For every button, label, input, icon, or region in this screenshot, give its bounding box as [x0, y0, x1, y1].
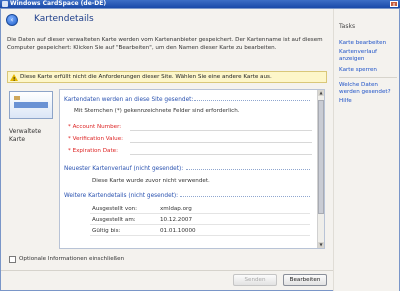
details-scrollbar[interactable]: ▲ ▼	[317, 90, 324, 248]
optional-info-label[interactable]: Optionale Informationen einschließen	[19, 256, 124, 263]
tasks-separator	[339, 77, 397, 78]
valid-until-label: Gültig bis:	[92, 228, 121, 234]
cardspace-app-icon	[2, 1, 8, 7]
task-help[interactable]: Hilfe	[339, 98, 399, 105]
page-header: ‹ Kartendetails	[1, 9, 333, 36]
field-verification-value: * Verification Value:	[68, 136, 124, 142]
details-section-title: Weitere Kartendetails (nicht gesendet):	[64, 193, 179, 199]
sent-section-title: Kartendaten werden an diese Site gesende…	[64, 97, 194, 103]
issuer-divider	[90, 213, 310, 214]
field-expiration-date-value	[130, 154, 312, 155]
card-summary: Verwaltete Karte	[9, 91, 57, 144]
tasks-pane: Tasks Karte bearbeiten Kartenverlauf anz…	[333, 9, 399, 291]
edit-button[interactable]: Bearbeiten	[283, 274, 327, 286]
card-stripe	[14, 102, 48, 108]
back-button[interactable]: ‹	[6, 14, 18, 26]
field-account-number-value	[130, 130, 312, 131]
issued-date-divider	[90, 224, 310, 225]
warning-icon: !	[10, 74, 18, 83]
requirements-warning-bar: ! Diese Karte erfüllt nicht die Anforder…	[7, 71, 327, 83]
history-section-divider	[186, 169, 310, 170]
window-close-button[interactable]: x	[390, 1, 398, 8]
issuer-value: xmldap.org	[160, 206, 192, 212]
window-title: Windows CardSpace (de-DE)	[10, 0, 107, 7]
card-caption-line2: Karte	[9, 136, 26, 143]
task-view-history[interactable]: Kartenverlauf anzeigen	[339, 49, 399, 63]
issuer-label: Ausgestellt von:	[92, 206, 138, 212]
card-details-panel[interactable]: Kartendaten werden an diese Site gesende…	[59, 89, 325, 249]
title-bar: Windows CardSpace (de-DE) x	[0, 0, 400, 8]
history-text: Diese Karte wurde zuvor nicht verwendet.	[92, 178, 210, 184]
task-revoke-card[interactable]: Karte sperren	[339, 67, 399, 74]
valid-until-value: 01.01.10000	[160, 228, 196, 234]
issued-date-value: 10.12.2007	[160, 217, 193, 223]
field-expiration-date: * Expiration Date:	[68, 148, 118, 154]
issued-date-label: Ausgestellt am:	[92, 217, 136, 223]
history-section-title: Neuester Kartenverlauf (nicht gesendet):	[64, 166, 184, 172]
send-button[interactable]: Senden	[233, 274, 277, 286]
card-description: Die Daten auf dieser verwalteten Karte w…	[7, 37, 323, 51]
footer-divider	[1, 270, 333, 271]
card-chip-icon	[14, 96, 20, 100]
field-account-number: * Account Number:	[68, 124, 122, 130]
required-fields-note: Mit Sternchen (*) gekennzeichnete Felder…	[74, 108, 240, 114]
managed-card-image	[9, 91, 53, 119]
scroll-up-arrow-icon[interactable]: ▲	[318, 90, 324, 96]
card-caption-line1: Verwaltete	[9, 128, 42, 135]
details-section-divider	[180, 196, 310, 197]
card-type-caption: Verwaltete Karte	[9, 128, 57, 144]
tasks-title: Tasks	[339, 23, 356, 30]
task-edit-card[interactable]: Karte bearbeiten	[339, 40, 399, 47]
scrollbar-thumb[interactable]	[318, 100, 324, 214]
page-title: Kartendetails	[34, 14, 94, 24]
warning-text: Diese Karte erfüllt nicht die Anforderun…	[20, 74, 272, 80]
field-verification-value-value	[130, 142, 312, 143]
sent-section-divider	[194, 100, 310, 101]
cardspace-window: ‹ Kartendetails Die Daten auf dieser ver…	[0, 8, 400, 291]
valid-until-divider	[90, 235, 310, 236]
task-what-is-sent[interactable]: Welche Daten werden gesendet?	[339, 82, 399, 96]
scroll-down-arrow-icon[interactable]: ▼	[318, 242, 324, 248]
optional-info-checkbox[interactable]	[9, 256, 16, 263]
